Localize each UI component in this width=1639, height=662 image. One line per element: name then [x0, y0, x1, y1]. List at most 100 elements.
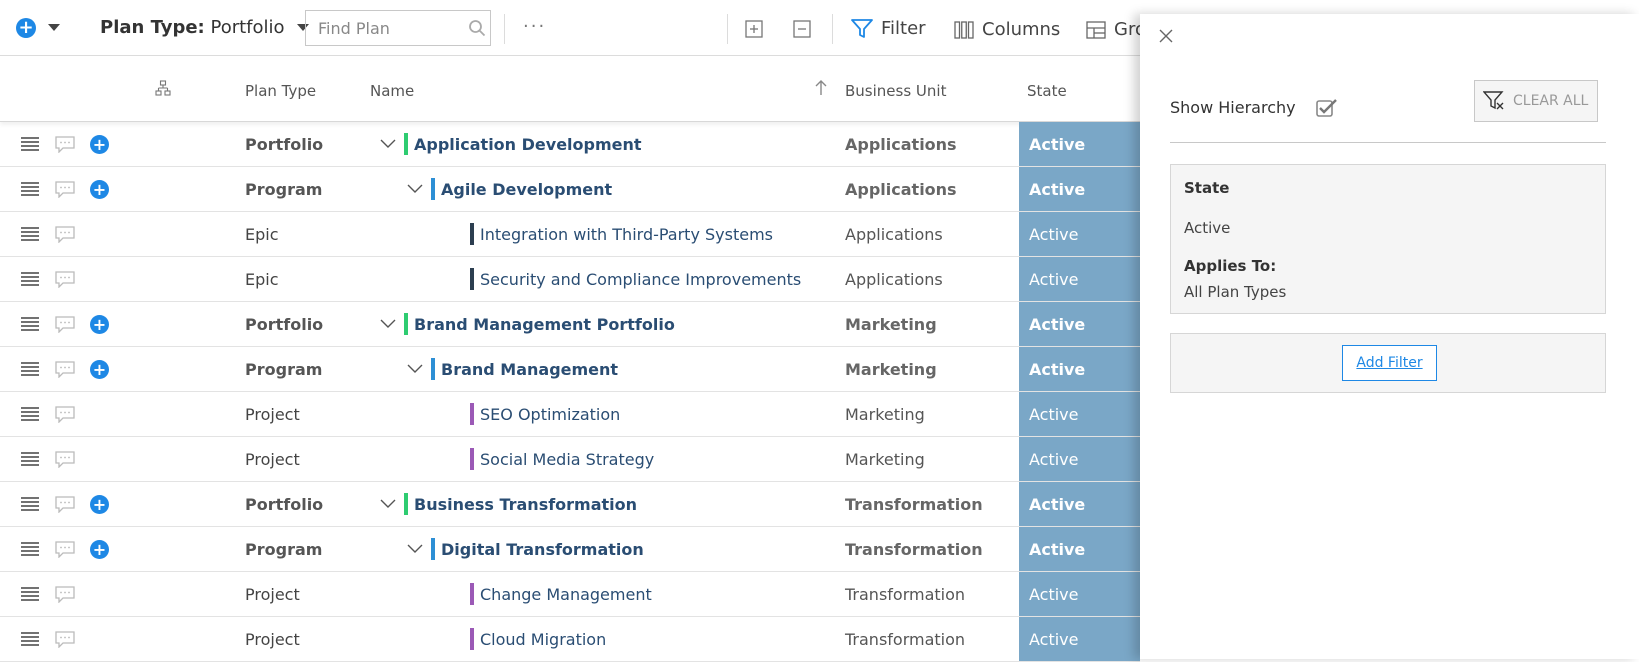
table-row[interactable]: Project Change Management Transformation Ac… — [0, 572, 1140, 617]
collapse-all-button[interactable] — [793, 20, 811, 38]
add-filter-button[interactable]: Add Filter — [1342, 345, 1437, 381]
row-menu-button[interactable] — [20, 527, 40, 571]
add-dropdown-button[interactable] — [48, 24, 60, 32]
columns-icon — [954, 20, 974, 39]
row-menu-button[interactable] — [20, 392, 40, 436]
column-header-plan-type[interactable]: Plan Type — [245, 82, 316, 100]
row-add-child-button[interactable]: + — [90, 347, 109, 391]
plan-type-selector[interactable]: Plan Type: Portfolio — [100, 17, 309, 38]
row-add-child-button[interactable]: + — [90, 302, 109, 346]
table-row[interactable]: Epic Security and Compliance Improvements… — [0, 257, 1140, 302]
plan-name-link[interactable]: Digital Transformation — [441, 540, 644, 559]
plan-name-link[interactable]: Change Management — [480, 585, 652, 604]
plan-name-link[interactable]: Social Media Strategy — [480, 450, 654, 469]
show-hierarchy-checkbox[interactable] — [1316, 98, 1338, 122]
row-menu-button[interactable] — [20, 302, 40, 346]
filter-card-state[interactable]: State Active Applies To: All Plan Types — [1170, 164, 1606, 314]
sort-ascending-icon[interactable] — [815, 80, 827, 100]
row-add-child-button[interactable]: + — [90, 482, 109, 526]
collapse-toggle[interactable] — [407, 544, 423, 554]
cell-name: Integration with Third-Party Systems — [470, 212, 773, 256]
table-row[interactable]: + Portfolio Business Transformation Transfo… — [0, 482, 1140, 527]
row-menu-button[interactable] — [20, 437, 40, 481]
filter-button[interactable]: Filter — [851, 18, 926, 39]
search-input[interactable] — [306, 17, 460, 39]
plan-type-color-bar — [431, 178, 435, 200]
hamburger-icon — [21, 497, 39, 511]
row-comment-button[interactable] — [54, 617, 76, 661]
cell-plan-type: Portfolio — [245, 134, 324, 154]
row-menu-button[interactable] — [20, 572, 40, 616]
row-menu-button[interactable] — [20, 122, 40, 166]
hierarchy-column-button[interactable] — [155, 80, 171, 100]
table-row[interactable]: + Portfolio Application Development Applica… — [0, 122, 1140, 167]
row-comment-button[interactable] — [54, 212, 76, 256]
collapse-toggle[interactable] — [380, 319, 396, 329]
row-menu-button[interactable] — [20, 617, 40, 661]
column-header-business-unit[interactable]: Business Unit — [845, 82, 946, 100]
row-comment-button[interactable] — [54, 167, 76, 211]
clear-all-button[interactable]: CLEAR ALL — [1474, 80, 1598, 122]
table-row[interactable]: Project Social Media Strategy Marketing Act… — [0, 437, 1140, 482]
row-comment-button[interactable] — [54, 482, 76, 526]
row-add-child-button[interactable]: + — [90, 527, 109, 571]
column-header-name[interactable]: Name — [370, 82, 414, 100]
plan-name-link[interactable]: Security and Compliance Improvements — [480, 270, 801, 289]
row-comment-button[interactable] — [54, 257, 76, 301]
hamburger-icon — [21, 407, 39, 421]
table-row[interactable]: + Program Digital Transformation Transforma… — [0, 527, 1140, 572]
expand-all-button[interactable] — [745, 20, 763, 38]
row-menu-button[interactable] — [20, 212, 40, 256]
table-row[interactable]: + Program Brand Management Marketing Active — [0, 347, 1140, 392]
plan-name-link[interactable]: Cloud Migration — [480, 630, 606, 649]
plan-name-link[interactable]: Brand Management Portfolio — [414, 315, 675, 334]
cell-name: SEO Optimization — [470, 392, 620, 436]
row-comment-button[interactable] — [54, 347, 76, 391]
row-menu-button[interactable] — [20, 482, 40, 526]
table-row[interactable]: Epic Integration with Third-Party Systems… — [0, 212, 1140, 257]
row-comment-button[interactable] — [54, 437, 76, 481]
table-row[interactable]: Project SEO Optimization Marketing Active — [0, 392, 1140, 437]
cell-business-unit: Marketing — [845, 314, 937, 334]
collapse-toggle[interactable] — [407, 364, 423, 374]
plan-type-color-bar — [431, 358, 435, 380]
add-icon: + — [90, 359, 109, 379]
plan-name-link[interactable]: Business Transformation — [414, 495, 637, 514]
more-options-button[interactable]: ··· — [523, 16, 546, 37]
table-row[interactable]: Project Cloud Migration Transformation Acti… — [0, 617, 1140, 662]
row-comment-button[interactable] — [54, 572, 76, 616]
group-button[interactable]: Gro — [1086, 19, 1146, 40]
row-comment-button[interactable] — [54, 122, 76, 166]
collapse-toggle[interactable] — [380, 499, 396, 509]
columns-button[interactable]: Columns — [954, 19, 1060, 40]
row-comment-button[interactable] — [54, 302, 76, 346]
plan-type-color-bar — [404, 493, 408, 515]
close-panel-button[interactable] — [1158, 28, 1174, 48]
filter-value: Active — [1184, 219, 1231, 237]
row-menu-button[interactable] — [20, 167, 40, 211]
cell-state: Active — [1019, 212, 1140, 256]
comment-icon — [55, 451, 75, 468]
column-header-state[interactable]: State — [1027, 82, 1067, 100]
add-icon: + — [90, 134, 109, 154]
row-menu-button[interactable] — [20, 257, 40, 301]
row-menu-button[interactable] — [20, 347, 40, 391]
plan-name-link[interactable]: Integration with Third-Party Systems — [480, 225, 773, 244]
collapse-toggle[interactable] — [380, 139, 396, 149]
table-row[interactable]: + Program Agile Development Applications Act… — [0, 167, 1140, 212]
cell-plan-type: Epic — [245, 269, 279, 289]
row-comment-button[interactable] — [54, 527, 76, 571]
hamburger-icon — [21, 452, 39, 466]
plan-name-link[interactable]: SEO Optimization — [480, 405, 620, 424]
plan-name-link[interactable]: Application Development — [414, 135, 642, 154]
row-comment-button[interactable] — [54, 392, 76, 436]
plan-name-link[interactable]: Brand Management — [441, 360, 618, 379]
row-add-child-button[interactable]: + — [90, 167, 109, 211]
plan-name-link[interactable]: Agile Development — [441, 180, 612, 199]
applies-to-title: Applies To: — [1184, 257, 1277, 275]
add-plan-button[interactable]: + — [16, 18, 36, 38]
collapse-toggle[interactable] — [407, 184, 423, 194]
row-add-child-button[interactable]: + — [90, 122, 109, 166]
search-icon[interactable] — [468, 19, 486, 37]
table-row[interactable]: + Portfolio Brand Management Portfolio Mark… — [0, 302, 1140, 347]
